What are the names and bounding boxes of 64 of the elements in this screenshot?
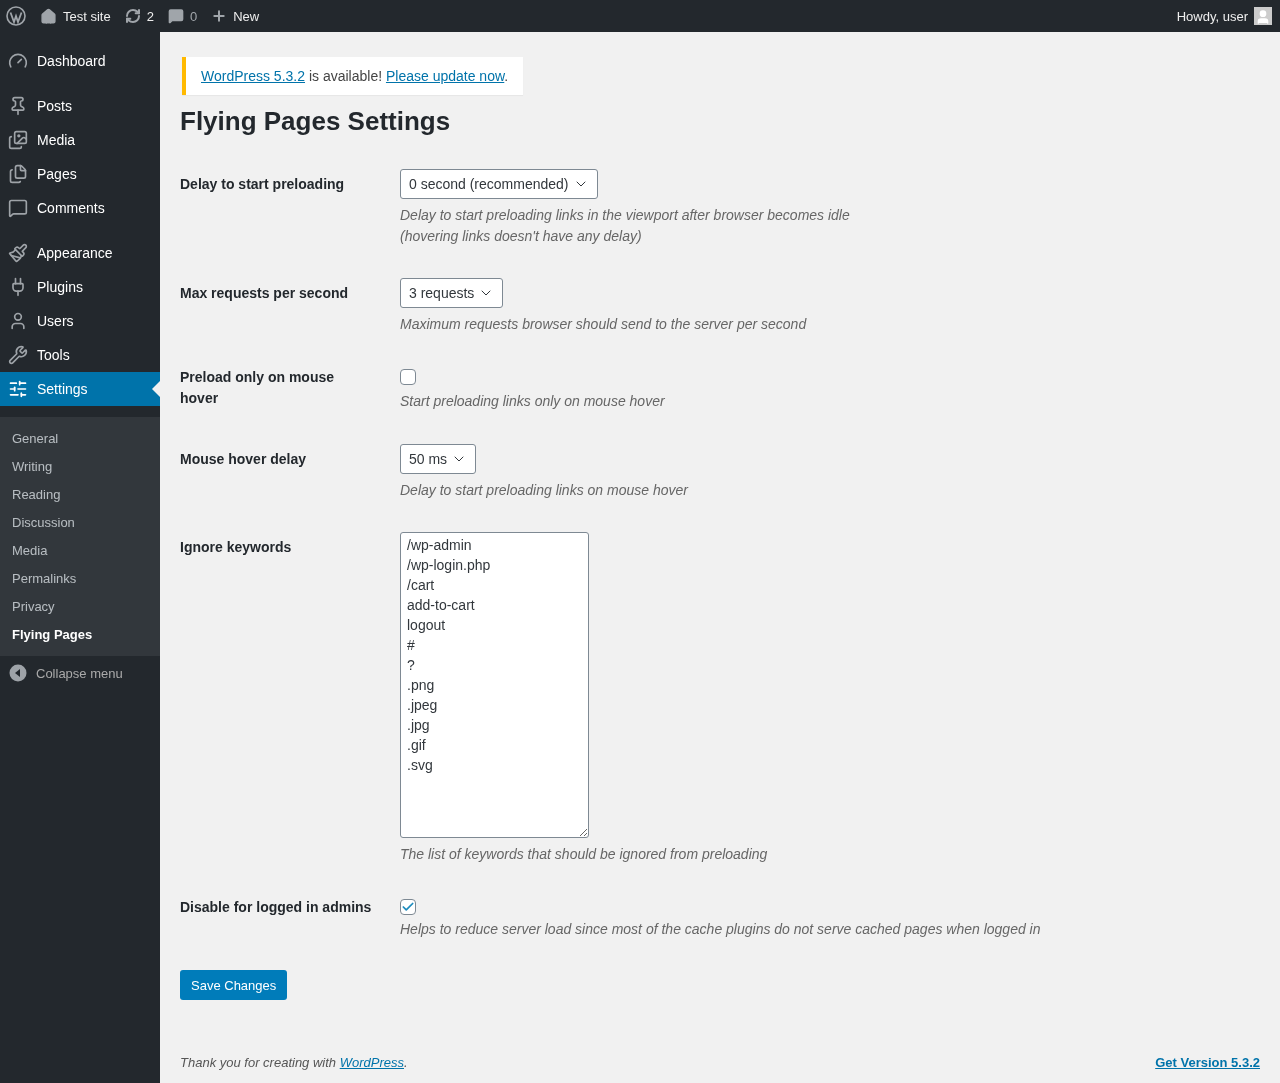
submenu-item[interactable]: Flying Pages — [0, 620, 160, 648]
pages-icon — [8, 164, 28, 184]
submenu-item[interactable]: Privacy — [0, 592, 160, 620]
account-link[interactable]: Howdy, user — [1176, 7, 1272, 25]
menu-item[interactable]: Plugins — [0, 270, 160, 304]
checkbox[interactable] — [400, 899, 416, 915]
updates-link[interactable]: 2 — [124, 8, 154, 24]
menu-item[interactable]: Posts — [0, 89, 160, 123]
dropdown[interactable]: 0 second (recommended) — [400, 169, 598, 199]
wordpress-link[interactable]: WordPress — [339, 1055, 404, 1070]
dropdown[interactable]: 50 ms — [400, 444, 477, 474]
wrench-icon — [8, 345, 28, 365]
home-icon — [40, 7, 57, 25]
menu-item[interactable]: Media — [0, 123, 160, 157]
wordpress-logo-icon[interactable] — [6, 6, 26, 26]
menu-item[interactable]: Comments — [0, 191, 160, 225]
menu-item[interactable]: Pages — [0, 157, 160, 191]
submenu-item[interactable]: General — [0, 424, 160, 452]
setting-description: Start preloading links only on mouse hover — [400, 392, 665, 411]
menu-item[interactable]: Appearance — [0, 236, 160, 270]
gauge-icon — [8, 51, 28, 71]
avatar-icon — [1254, 7, 1272, 25]
menu-item[interactable]: Settings — [0, 372, 160, 406]
setting-label: Max requests per second — [180, 284, 350, 303]
setting-description: Delay to start preloading links on mouse hover — [400, 481, 688, 500]
footer-text: Thank you for creating with WordPress. — [180, 1055, 408, 1070]
submenu-item[interactable]: Reading — [0, 480, 160, 508]
dropdown[interactable]: 3 requests — [400, 278, 504, 308]
speech-bubble-icon — [167, 8, 184, 24]
setting-label: Preload only on mouse hover — [180, 368, 336, 408]
setting-label: Mouse hover delay — [180, 450, 308, 469]
site-name-link[interactable]: Test site — [40, 7, 111, 25]
person-icon — [8, 311, 28, 331]
submenu-item[interactable]: Media — [0, 536, 160, 564]
setting-description: Helps to reduce server load since most of the cache plugins do not serve cached pages when logged in — [400, 920, 1041, 939]
checkbox[interactable] — [400, 369, 416, 385]
sliders-icon — [8, 379, 28, 399]
setting-description: The list of keywords that should be ignored from preloading — [400, 845, 768, 864]
submenu-item[interactable]: Permalinks — [0, 564, 160, 592]
save-changes-button[interactable]: Save Changes — [180, 970, 288, 1000]
setting-label: Disable for logged in admins — [180, 898, 373, 917]
images-icon — [8, 130, 28, 150]
setting-label: Delay to start preloading — [180, 175, 346, 194]
comments-link[interactable]: 0 — [167, 8, 198, 24]
setting-label: Ignore keywords — [180, 538, 293, 557]
menu-item[interactable]: Users — [0, 304, 160, 338]
setting-description: Delay to start preloading links in the viewport after browser becomes idle (hovering links doesn't have any delay) — [400, 206, 851, 246]
speech-bubble-icon — [8, 198, 28, 218]
new-link[interactable]: New — [211, 8, 260, 24]
notice-link[interactable]: WordPress 5.3.2 — [201, 68, 305, 84]
menu-item[interactable]: Tools — [0, 338, 160, 372]
page-title: Flying Pages Settings — [180, 106, 452, 137]
refresh-icon — [124, 8, 141, 24]
paintbrush-icon — [8, 243, 28, 263]
checkmark-icon — [401, 900, 415, 914]
update-notice: WordPress 5.3.2 is available! Please update now. — [182, 57, 524, 95]
pin-icon — [8, 96, 28, 116]
setting-description: Maximum requests browser should send to the server per second — [400, 315, 807, 334]
submenu-item[interactable]: Writing — [0, 452, 160, 480]
menu-item[interactable]: Dashboard — [0, 44, 160, 78]
collapse-menu-button[interactable]: Collapse menu — [0, 656, 132, 690]
version-link[interactable]: Get Version 5.3.2 — [1155, 1055, 1260, 1070]
keywords-field[interactable]: /wp-admin /wp-login.php /cart add-to-cart logout # ? .png .jpeg .jpg .gif .svg — [400, 532, 589, 838]
submenu-item[interactable]: Discussion — [0, 508, 160, 536]
